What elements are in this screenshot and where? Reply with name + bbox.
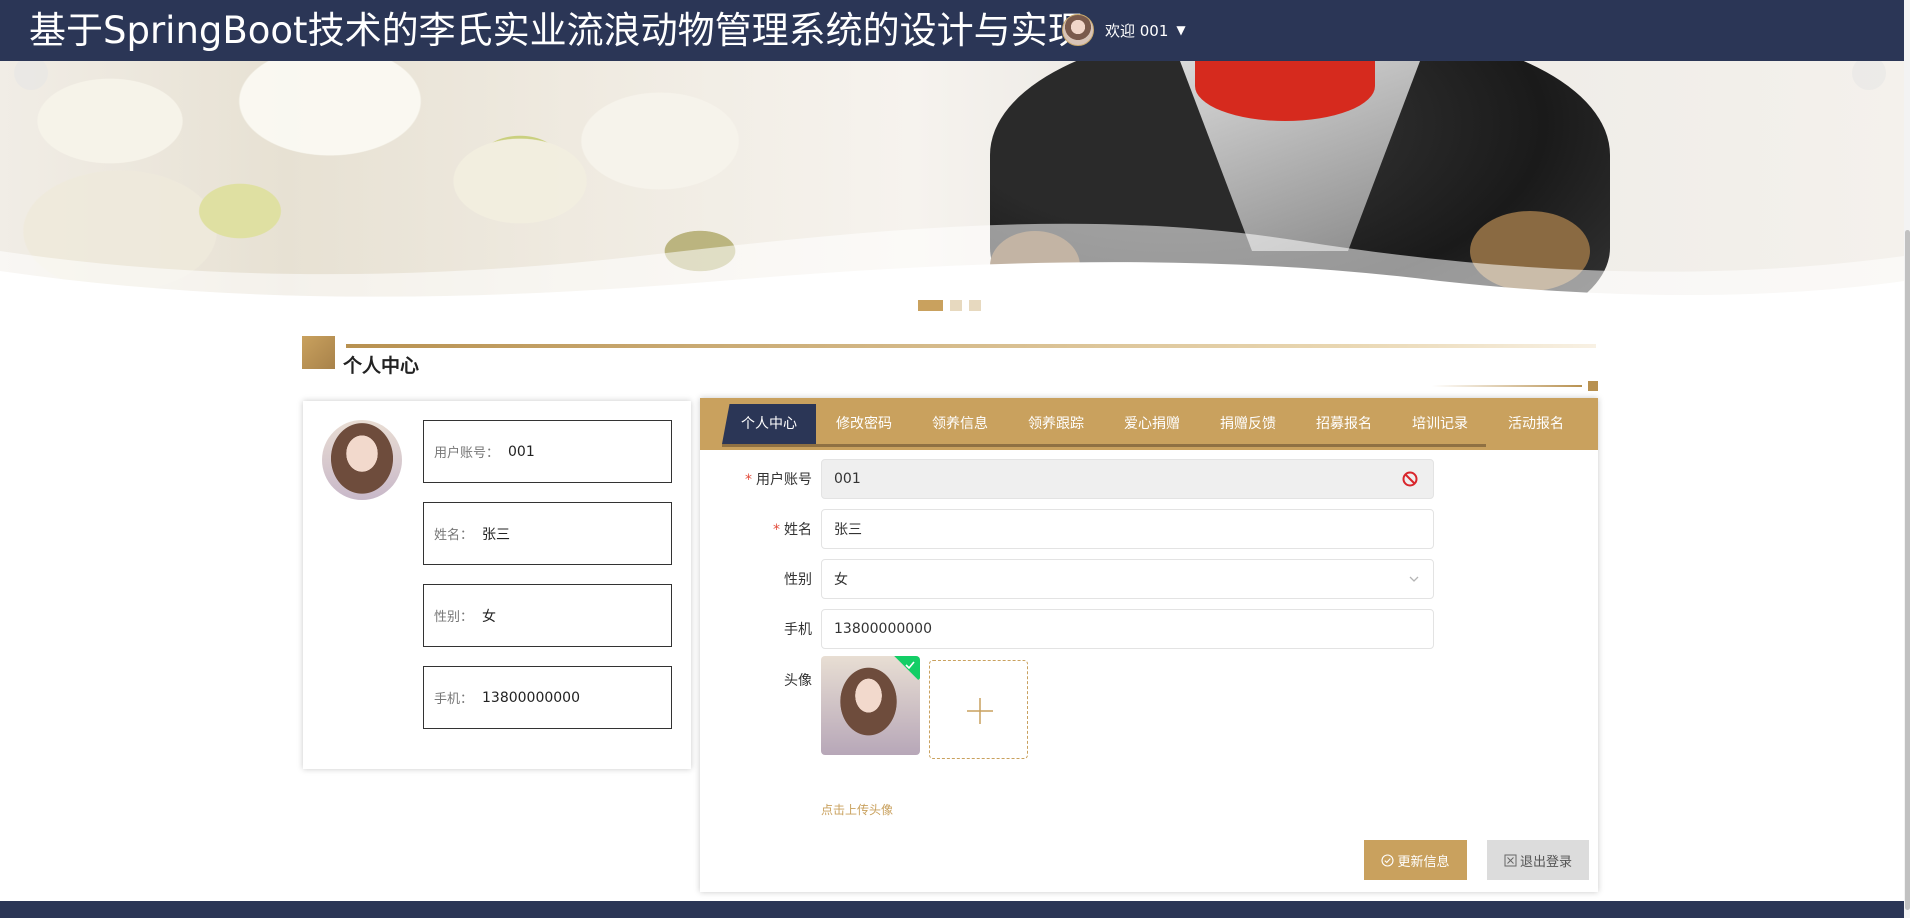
logout-button[interactable]: 退出登录 <box>1487 840 1589 880</box>
phone-label: 手机 <box>784 622 812 638</box>
profile-field-label: 用户账号： <box>434 446 500 461</box>
tab-adoption-info[interactable]: 领养信息 <box>912 404 1008 444</box>
tab-underline <box>722 444 1486 447</box>
carousel-prev-button[interactable] <box>14 56 48 90</box>
close-square-icon <box>1504 854 1517 866</box>
update-info-label: 更新信息 <box>1397 853 1450 869</box>
name-input[interactable]: 张三 <box>821 509 1434 549</box>
gender-value: 女 <box>834 572 848 588</box>
profile-field-gender: 性别： 女 <box>423 584 672 647</box>
site-title: 基于SpringBoot技术的李氏实业流浪动物管理系统的设计与实现 <box>29 9 1085 52</box>
section-title-line <box>346 344 1596 348</box>
profile-summary-card: 用户账号： 001 姓名： 张三 性别： 女 手机： 13800000000 <box>303 401 691 769</box>
check-circle-icon <box>1381 853 1395 867</box>
avatar-label: 头像 <box>784 673 812 689</box>
tab-bar: 个人中心 修改密码 领养信息 领养跟踪 爱心捐赠 捐赠反馈 招募报名 培训记录 … <box>700 398 1598 450</box>
plus-icon <box>967 698 993 724</box>
profile-field-label: 性别： <box>434 610 474 625</box>
page-footer <box>0 901 1904 918</box>
profile-field-value: 张三 <box>482 526 511 543</box>
carousel-indicators <box>918 300 981 311</box>
tab-activity-signup[interactable]: 活动报名 <box>1488 404 1584 444</box>
carousel-dot-2[interactable] <box>950 300 962 311</box>
account-label: * 用户账号 <box>700 469 812 489</box>
profile-field-value: 女 <box>482 608 497 625</box>
name-value: 张三 <box>834 522 862 538</box>
tab-adoption-tracking[interactable]: 领养跟踪 <box>1008 404 1104 444</box>
phone-value: 13800000000 <box>834 621 932 637</box>
tab-personal-center[interactable]: 个人中心 <box>722 404 816 444</box>
section-divider-line <box>1432 385 1582 387</box>
section-title: 个人中心 <box>343 355 420 377</box>
profile-field-value: 13800000000 <box>482 689 580 706</box>
profile-field-account: 用户账号： 001 <box>423 420 672 483</box>
caret-down-icon[interactable]: ▼ <box>1176 23 1185 37</box>
gender-label: 性别 <box>784 572 812 588</box>
account-input[interactable]: 001 <box>821 459 1434 499</box>
profile-field-value: 001 <box>508 443 535 460</box>
section-divider-marker <box>1588 381 1598 391</box>
account-value: 001 <box>834 471 861 487</box>
tab-donation-feedback[interactable]: 捐赠反馈 <box>1200 404 1296 444</box>
tab-change-password[interactable]: 修改密码 <box>816 404 912 444</box>
avatar-upload-button[interactable] <box>929 660 1028 759</box>
tab-training-records[interactable]: 培训记录 <box>1392 404 1488 444</box>
profile-field-label: 手机： <box>434 692 474 707</box>
carousel-dot-1[interactable] <box>918 300 943 311</box>
required-mark: * <box>773 522 780 538</box>
user-avatar[interactable] <box>1062 14 1094 46</box>
user-menu[interactable]: 欢迎 001 ▼ <box>1062 14 1186 46</box>
carousel-next-button[interactable] <box>1852 56 1886 90</box>
banner-carousel <box>0 61 1904 321</box>
chevron-down-icon <box>1409 576 1419 582</box>
avatar-upload-hint[interactable]: 点击上传头像 <box>821 801 893 818</box>
update-info-button[interactable]: 更新信息 <box>1364 840 1467 880</box>
welcome-text[interactable]: 欢迎 001 <box>1105 20 1168 41</box>
profile-field-phone: 手机： 13800000000 <box>423 666 672 729</box>
section-title-marker <box>302 336 335 369</box>
ban-icon <box>1402 471 1418 487</box>
required-mark: * <box>745 472 752 488</box>
tab-recruitment-signup[interactable]: 招募报名 <box>1296 404 1392 444</box>
check-icon <box>905 661 915 670</box>
profile-field-label: 姓名： <box>434 528 474 543</box>
gender-select[interactable]: 女 <box>821 559 1434 599</box>
profile-avatar <box>322 420 402 500</box>
profile-edit-panel: 个人中心 修改密码 领养信息 领养跟踪 爱心捐赠 捐赠反馈 招募报名 培训记录 … <box>700 398 1598 892</box>
carousel-dot-3[interactable] <box>969 300 981 311</box>
page: 基于SpringBoot技术的李氏实业流浪动物管理系统的设计与实现 欢迎 001… <box>0 0 1910 918</box>
account-label-text: 用户账号 <box>756 472 812 488</box>
name-label-text: 姓名 <box>784 522 812 538</box>
logout-label: 退出登录 <box>1519 853 1572 869</box>
profile-field-name: 姓名： 张三 <box>423 502 672 565</box>
page-scrollbar-thumb[interactable] <box>1905 230 1910 910</box>
phone-input[interactable]: 13800000000 <box>821 609 1434 649</box>
tab-donation[interactable]: 爱心捐赠 <box>1104 404 1200 444</box>
top-header: 基于SpringBoot技术的李氏实业流浪动物管理系统的设计与实现 欢迎 001… <box>0 0 1904 61</box>
avatar-thumbnail[interactable] <box>821 656 920 755</box>
name-label: * 姓名 <box>700 519 812 539</box>
